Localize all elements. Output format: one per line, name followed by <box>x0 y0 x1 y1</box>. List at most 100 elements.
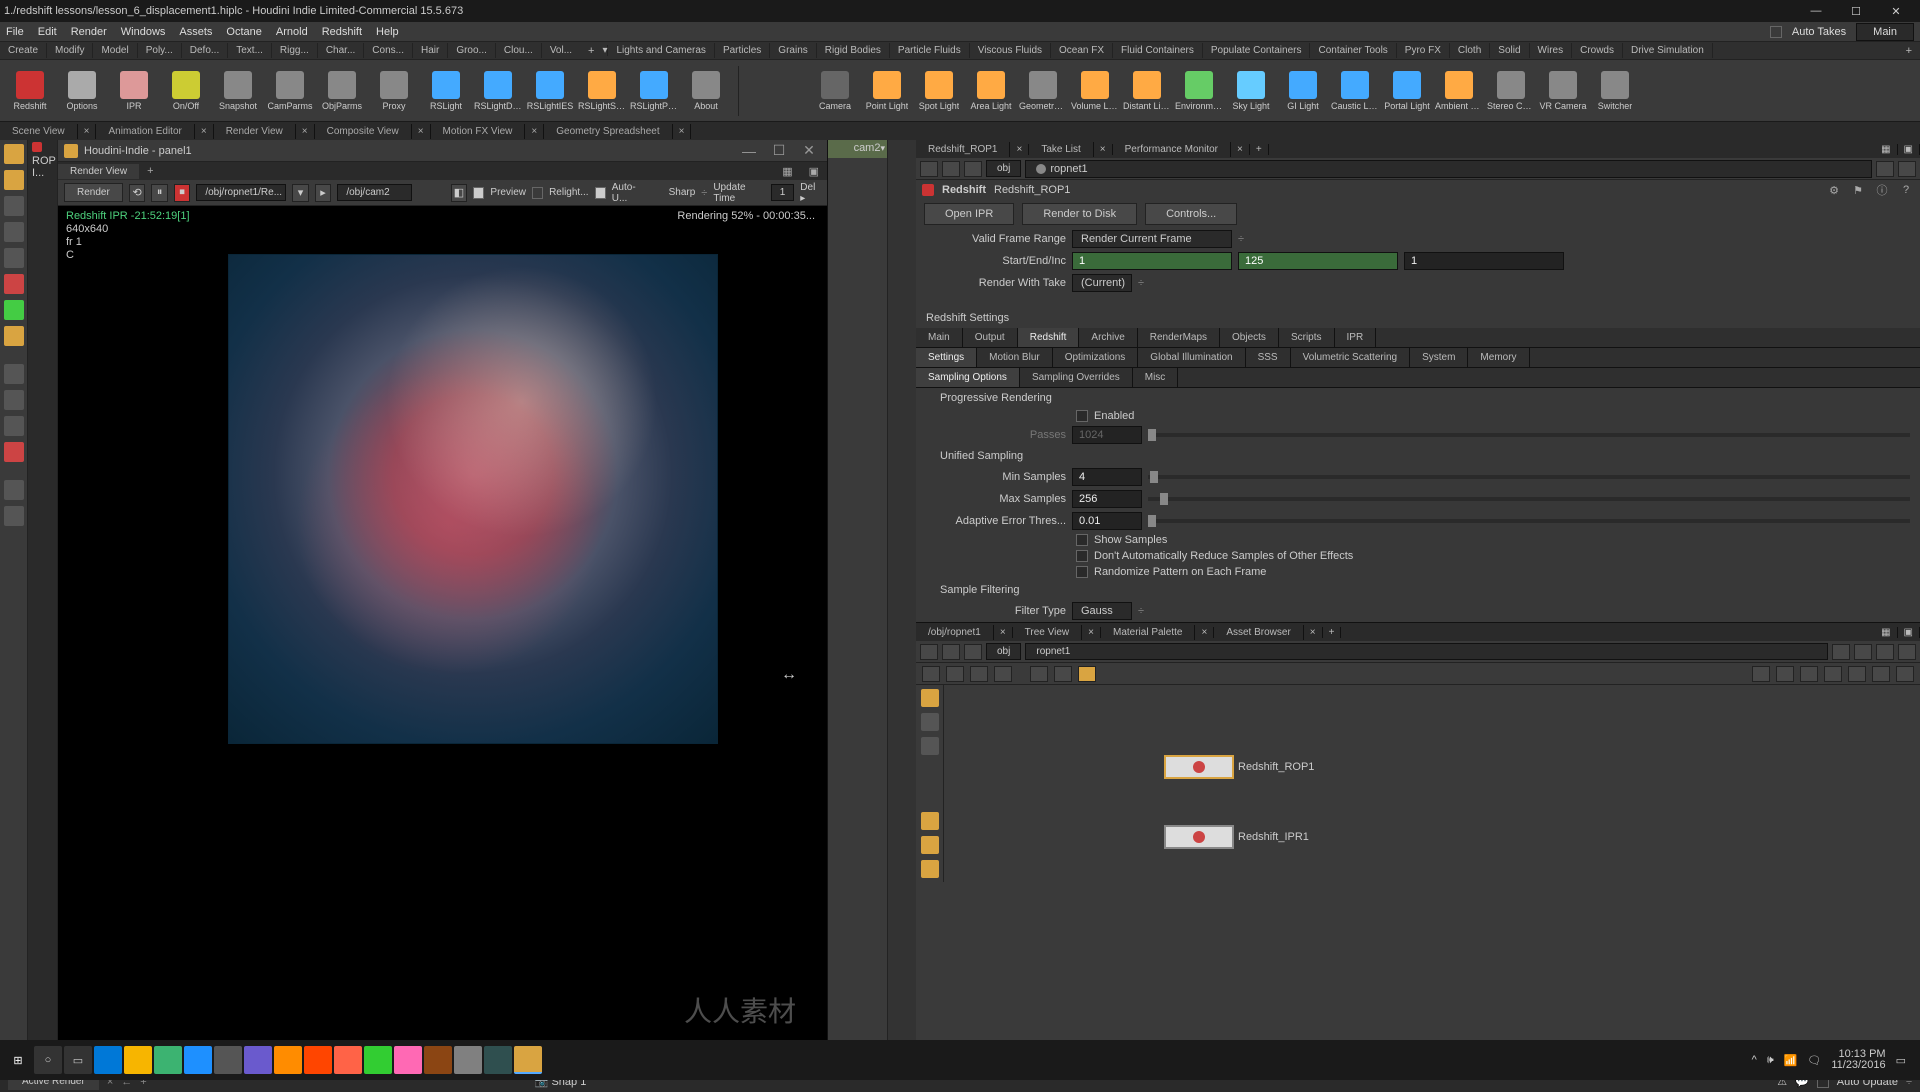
tab-memory[interactable]: Memory <box>1468 348 1529 367</box>
shelf-tab-rigg[interactable]: Rigg... <box>272 43 318 58</box>
shelf-tab-create[interactable]: Create <box>0 43 47 58</box>
nv-display-icon[interactable] <box>921 812 939 830</box>
snapshot-icon[interactable]: ◧ <box>451 184 468 202</box>
nv-opt2-icon[interactable] <box>1776 666 1794 682</box>
tool-handle-icon[interactable] <box>4 170 24 190</box>
tab-ipr[interactable]: IPR <box>1335 328 1377 347</box>
tray-battery-icon[interactable]: 🗨 <box>1807 1054 1821 1067</box>
help-icon[interactable]: ? <box>1898 182 1914 198</box>
shelf-tab-char[interactable]: Char... <box>318 43 364 58</box>
render-view-tab[interactable]: Render View <box>58 164 139 179</box>
param-tab-takelist-close[interactable]: × <box>1094 144 1113 155</box>
tool-snap-icon[interactable] <box>4 364 24 384</box>
tab-objects[interactable]: Objects <box>1220 328 1279 347</box>
shelf-tool-spotlight[interactable]: Spot Light <box>915 71 963 111</box>
path-seg-obj[interactable]: obj <box>986 160 1021 177</box>
maxsamples-field[interactable]: 256 <box>1072 490 1142 508</box>
param-tab-rop[interactable]: Redshift_ROP1 <box>916 142 1010 157</box>
shelf-tool-about[interactable]: About <box>682 71 730 111</box>
shelf-tool-portallight[interactable]: Portal Light <box>1383 71 1431 111</box>
take-selector[interactable]: Main <box>1856 23 1914 41</box>
tool-green-icon[interactable] <box>4 300 24 320</box>
shelf-tab-hair[interactable]: Hair <box>413 43 448 58</box>
shelf-tool-environme[interactable]: Environme... <box>1175 71 1223 111</box>
nv-layout-icon[interactable]: ▦ <box>1875 627 1897 638</box>
shelf-tool-camparms[interactable]: CamParms <box>266 71 314 111</box>
shelf-tool-distantlight[interactable]: Distant Light <box>1123 71 1171 111</box>
view-tab-close[interactable]: × <box>296 124 315 139</box>
houdini-taskbar-icon[interactable] <box>514 1046 542 1074</box>
shelf-tab-wires[interactable]: Wires <box>1530 43 1573 58</box>
tab-globalillumination[interactable]: Global Illumination <box>1138 348 1245 367</box>
shelf-tool-pointlight[interactable]: Point Light <box>863 71 911 111</box>
nv-sel-icon[interactable] <box>921 689 939 707</box>
tool-link-icon[interactable] <box>4 416 24 436</box>
prog-enabled-checkbox[interactable] <box>1076 410 1088 422</box>
view-tab-close[interactable]: × <box>195 124 214 139</box>
view-tab-sceneview[interactable]: Scene View <box>0 124 78 139</box>
shelf-tool-snapshot[interactable]: Snapshot <box>214 71 262 111</box>
shelf-tab-containertools[interactable]: Container Tools <box>1310 43 1396 58</box>
menu-arnold[interactable]: Arnold <box>276 26 308 38</box>
shelf-tab-pyrofx[interactable]: Pyro FX <box>1397 43 1450 58</box>
app-icon-1[interactable] <box>154 1046 182 1074</box>
nv-max-icon[interactable]: ▣ <box>1898 627 1920 638</box>
tool-view2-icon[interactable] <box>4 506 24 526</box>
render-view-tab-add[interactable]: + <box>139 165 161 177</box>
shelf-tool-camera[interactable]: Camera <box>811 71 859 111</box>
nv-tab-asset[interactable]: Asset Browser <box>1214 625 1303 640</box>
tab-redshift[interactable]: Redshift <box>1018 328 1080 347</box>
camera-label[interactable]: cam2▾ <box>828 140 887 158</box>
threshold-slider[interactable] <box>1148 519 1910 523</box>
nv-follow-icon[interactable] <box>1876 644 1894 660</box>
jump-icon[interactable] <box>1898 161 1916 177</box>
shelf-tab-defo[interactable]: Defo... <box>182 43 228 58</box>
nv-tab-add[interactable]: + <box>1323 627 1342 638</box>
nav-fwd-icon[interactable] <box>942 161 960 177</box>
start-button[interactable]: ⊞ <box>4 1046 32 1074</box>
nv-opt3-icon[interactable] <box>1800 666 1818 682</box>
nv-path-obj[interactable]: obj <box>986 643 1021 660</box>
tab-main[interactable]: Main <box>916 328 963 347</box>
tab-scripts[interactable]: Scripts <box>1279 328 1335 347</box>
maxsamples-slider[interactable] <box>1148 497 1910 501</box>
app-icon-4[interactable] <box>244 1046 272 1074</box>
menu-redshift[interactable]: Redshift <box>322 26 362 38</box>
menu-assets[interactable]: Assets <box>179 26 212 38</box>
nv-home-icon[interactable] <box>964 644 982 660</box>
shelf-tool-volumelight[interactable]: Volume Light <box>1071 71 1119 111</box>
start-field[interactable]: 1 <box>1072 252 1232 270</box>
nv-grid-icon[interactable] <box>946 666 964 682</box>
app-icon-8[interactable] <box>394 1046 422 1074</box>
shelf-tab-fluidcontainers[interactable]: Fluid Containers <box>1113 43 1203 58</box>
node-name[interactable]: Redshift_ROP1 <box>994 184 1070 196</box>
shelf-tab-crowds[interactable]: Crowds <box>1572 43 1623 58</box>
tab-sss[interactable]: SSS <box>1246 348 1291 367</box>
shelf-tab-add-b[interactable]: + <box>1898 45 1920 57</box>
node-redshift-rop1[interactable]: Redshift_ROP1 <box>1164 755 1314 779</box>
autoreduce-checkbox[interactable] <box>1076 550 1088 562</box>
menu-file[interactable]: File <box>6 26 24 38</box>
tool-view-icon[interactable] <box>4 480 24 500</box>
shelf-tab-clou[interactable]: Clou... <box>496 43 542 58</box>
window-minimize-button[interactable]: — <box>1796 1 1836 21</box>
tool-grid-icon[interactable] <box>4 390 24 410</box>
render-button[interactable]: Render <box>64 183 123 202</box>
firefox-icon[interactable] <box>304 1046 332 1074</box>
shelf-tool-ipr[interactable]: IPR <box>110 71 158 111</box>
app-icon-5[interactable] <box>274 1046 302 1074</box>
shelf-tool-ambientli[interactable]: Ambient Li... <box>1435 71 1483 111</box>
shelf-tab-model[interactable]: Model <box>93 43 137 58</box>
gear-icon[interactable]: ⚙ <box>1826 182 1842 198</box>
minsamples-field[interactable]: 4 <box>1072 468 1142 486</box>
info-icon[interactable]: ⓘ <box>1874 182 1890 198</box>
render-to-disk-button[interactable]: Render to Disk <box>1022 203 1137 225</box>
autotakes-checkbox[interactable] <box>1770 26 1782 38</box>
camera-path-field[interactable]: /obj/cam2 <box>337 184 411 201</box>
view-tab-renderview[interactable]: Render View <box>214 124 296 139</box>
shelf-tab-cons[interactable]: Cons... <box>364 43 413 58</box>
tool-scale-icon[interactable] <box>4 248 24 268</box>
nv-tab-tree[interactable]: Tree View <box>1013 625 1082 640</box>
nv-help2-icon[interactable] <box>921 860 939 878</box>
panel-maximize-button[interactable]: ☐ <box>767 143 791 159</box>
